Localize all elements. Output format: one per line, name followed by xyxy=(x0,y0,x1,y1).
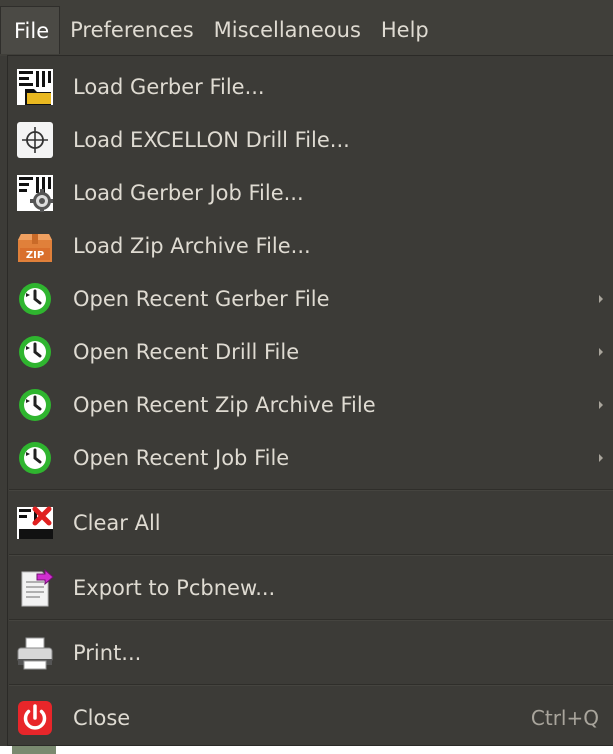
menu-help[interactable]: Help xyxy=(371,6,439,54)
gerber-job-gear-icon xyxy=(14,172,56,214)
menu-preferences[interactable]: Preferences xyxy=(60,6,204,54)
menu-item-close[interactable]: Close Ctrl+Q xyxy=(8,691,613,744)
menu-item-label: Load Gerber Job File... xyxy=(73,180,304,205)
submenu-arrow-icon xyxy=(599,400,603,409)
menu-item-load-zip[interactable]: ZIP Load Zip Archive File... xyxy=(8,219,613,272)
menu-item-open-recent-drill[interactable]: Open Recent Drill File xyxy=(8,325,613,378)
menu-item-load-gerber-job[interactable]: Load Gerber Job File... xyxy=(8,166,613,219)
menu-item-label: Print... xyxy=(73,640,142,665)
menu-miscellaneous[interactable]: Miscellaneous xyxy=(204,6,371,54)
recent-clock-icon xyxy=(14,384,56,426)
menubar: File Preferences Miscellaneous Help xyxy=(0,0,613,56)
menu-item-label: Load EXCELLON Drill File... xyxy=(73,127,350,152)
menu-separator xyxy=(9,684,613,686)
shortcut-label: Ctrl+Q xyxy=(530,705,599,730)
menu-separator xyxy=(9,489,613,491)
menu-item-label: Close xyxy=(73,705,131,730)
printer-icon xyxy=(14,632,56,674)
menu-item-label: Export to Pcbnew... xyxy=(73,575,276,600)
background-icon-fragment xyxy=(12,746,56,754)
menu-item-label: Open Recent Job File xyxy=(73,445,290,470)
menu-separator xyxy=(9,554,613,556)
menu-item-clear-all[interactable]: Clear All xyxy=(8,496,613,549)
menu-item-open-recent-zip[interactable]: Open Recent Zip Archive File xyxy=(8,378,613,431)
menu-item-export-pcbnew[interactable]: Export to Pcbnew... xyxy=(8,561,613,614)
menu-file[interactable]: File xyxy=(0,6,61,54)
submenu-arrow-icon xyxy=(599,453,603,462)
power-icon xyxy=(14,697,56,739)
menu-item-label: Clear All xyxy=(73,510,161,535)
background-window-strip xyxy=(0,746,613,754)
gerber-file-icon xyxy=(14,66,56,108)
menu-item-label: Open Recent Gerber File xyxy=(73,286,330,311)
drill-crosshair-icon xyxy=(14,119,56,161)
menu-separator xyxy=(9,619,613,621)
menu-item-print[interactable]: Print... xyxy=(8,626,613,679)
export-pcbnew-icon xyxy=(14,567,56,609)
menu-item-load-excellon[interactable]: Load EXCELLON Drill File... xyxy=(8,113,613,166)
recent-clock-icon xyxy=(14,331,56,373)
recent-clock-icon xyxy=(14,437,56,479)
svg-text:ZIP: ZIP xyxy=(26,250,44,261)
submenu-arrow-icon xyxy=(599,347,603,356)
menu-item-open-recent-job[interactable]: Open Recent Job File xyxy=(8,431,613,484)
menu-item-load-gerber[interactable]: Load Gerber File... xyxy=(8,60,613,113)
clear-all-icon xyxy=(14,502,56,544)
submenu-arrow-icon xyxy=(599,294,603,303)
zip-archive-icon: ZIP xyxy=(14,225,56,267)
menu-item-label: Open Recent Zip Archive File xyxy=(73,392,376,417)
file-menu-dropdown: Load Gerber File... Load EXCELLON Drill … xyxy=(7,55,613,746)
menu-item-label: Load Zip Archive File... xyxy=(73,233,311,258)
recent-clock-icon xyxy=(14,278,56,320)
menu-item-label: Load Gerber File... xyxy=(73,74,265,99)
menu-item-label: Open Recent Drill File xyxy=(73,339,300,364)
menu-item-open-recent-gerber[interactable]: Open Recent Gerber File xyxy=(8,272,613,325)
